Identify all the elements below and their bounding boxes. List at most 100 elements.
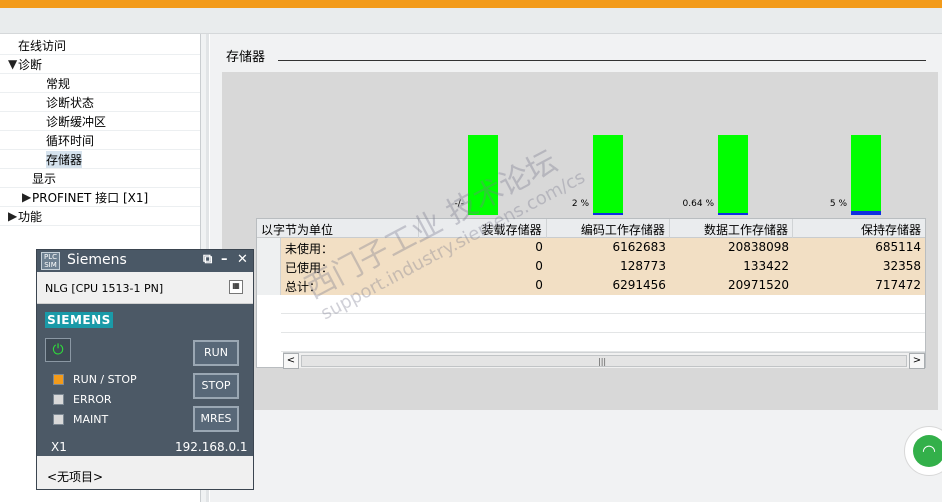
collapsed-icon[interactable]: ▶ xyxy=(22,190,32,204)
nav-item[interactable]: ▶ 功能 xyxy=(0,207,200,226)
col-header-code: 编码工作存储器 xyxy=(547,219,670,238)
nav-item[interactable]: 诊断状态 xyxy=(0,93,200,112)
empty-row xyxy=(281,333,925,352)
memory-usage-fill xyxy=(851,211,881,215)
scroll-grip-icon: ||| xyxy=(598,357,607,366)
memory-usage-bar xyxy=(718,135,748,215)
cell-load: 0 xyxy=(418,238,547,257)
cell-load: 0 xyxy=(418,257,547,276)
main-content: 存储器 以字节为单位 装载存储器 编码工作存储器 数据工作存储器 保持存储器 未… xyxy=(210,34,942,502)
collapsed-icon[interactable]: ▶ xyxy=(8,209,18,223)
close-icon[interactable]: ✕ xyxy=(237,252,248,267)
table-row: 已使用： 0 128773 133422 32358 xyxy=(281,257,925,276)
row-label: 总计： xyxy=(281,276,419,295)
stop-button[interactable]: STOP xyxy=(193,373,239,399)
scroll-right-button[interactable]: > xyxy=(909,353,925,369)
memory-usage-fill xyxy=(593,213,623,215)
col-header-load: 装载存储器 xyxy=(419,219,547,238)
plcsim-device-bar: NLG [CPU 1513-1 PN] ▦ xyxy=(37,272,253,304)
empty-row xyxy=(281,314,925,333)
nav-item-label: 常规 xyxy=(46,76,71,91)
col-header-unit: 以字节为单位 xyxy=(257,219,419,238)
memory-usage-percent: 0.64 % xyxy=(682,199,714,209)
plcsim-logo-icon: PLC SIM xyxy=(41,252,60,270)
cell-data: 20838098 xyxy=(669,238,794,257)
memory-table: 以字节为单位 装载存储器 编码工作存储器 数据工作存储器 保持存储器 未使用： … xyxy=(256,218,926,369)
row-label: 已使用： xyxy=(281,257,419,276)
top-accent-bar xyxy=(0,0,942,8)
error-led xyxy=(53,394,64,405)
nav-item-label: 显示 xyxy=(32,171,57,186)
nav-item-label: 诊断缓冲区 xyxy=(46,114,107,129)
row-header xyxy=(257,238,281,257)
memory-usage-bar xyxy=(593,135,623,215)
siemens-logo: SIEMENS xyxy=(45,312,113,328)
interface-label: X1 xyxy=(51,440,67,454)
run-stop-led xyxy=(53,374,64,385)
run-stop-label: RUN / STOP xyxy=(73,373,137,386)
nav-item-label: 在线访问 xyxy=(18,38,67,53)
cell-code: 128773 xyxy=(546,257,670,276)
plcsim-panel: SIEMENS ⏻ RUN / STOP ERROR MAINT RUN STO… xyxy=(37,304,253,456)
nav-item[interactable]: 显示 xyxy=(0,169,200,188)
device-view-icon[interactable]: ▦ xyxy=(229,280,243,294)
cell-load: 0 xyxy=(418,276,547,295)
nav-item[interactable]: 循环时间 xyxy=(0,131,200,150)
memory-usage-bar xyxy=(468,135,498,215)
error-label: ERROR xyxy=(73,393,112,406)
memory-usage-bar xyxy=(851,135,881,215)
plcsim-title: Siemens xyxy=(67,252,127,268)
nav-item[interactable]: 存储器 xyxy=(0,150,200,169)
nav-item[interactable]: ▶ PROFINET 接口 [X1] xyxy=(0,188,200,207)
nav-item[interactable]: 常规 xyxy=(0,74,200,93)
row-header xyxy=(257,276,281,295)
cell-code: 6162683 xyxy=(546,238,670,257)
table-row: 未使用： 0 6162683 20838098 685114 xyxy=(281,238,925,257)
empty-row xyxy=(281,295,925,314)
scroll-left-button[interactable]: < xyxy=(283,353,299,369)
expanded-icon[interactable]: ▼ xyxy=(8,57,18,71)
memory-usage-percent: 2 % xyxy=(571,199,589,209)
nav-item[interactable]: ▼ 诊断 xyxy=(0,55,200,74)
row-label: 未使用： xyxy=(281,238,419,257)
minimize-icon[interactable]: – xyxy=(221,252,228,267)
row-header xyxy=(257,257,281,276)
cell-retain: 685114 xyxy=(793,238,925,257)
maint-led xyxy=(53,414,64,425)
nav-item-label: PROFINET 接口 [X1] xyxy=(32,190,149,205)
plcsim-window[interactable]: PLC SIM Siemens ⧉ – ✕ NLG [CPU 1513-1 PN… xyxy=(36,249,254,490)
ip-address: 192.168.0.1 xyxy=(175,440,248,454)
memory-panel: 以字节为单位 装载存储器 编码工作存储器 数据工作存储器 保持存储器 未使用： … xyxy=(222,72,938,410)
wifi-icon: ◠ xyxy=(913,435,942,467)
memory-usage-percent: 5 % xyxy=(829,199,847,209)
nav-item[interactable]: 在线访问 xyxy=(0,36,200,55)
nav-item-label: 存储器 xyxy=(46,150,83,168)
cell-retain: 32358 xyxy=(793,257,925,276)
plcsim-titlebar[interactable]: PLC SIM Siemens ⧉ – ✕ xyxy=(37,250,253,272)
scroll-thumb[interactable]: ||| xyxy=(301,355,907,367)
mres-button[interactable]: MRES xyxy=(193,406,239,432)
nav-item[interactable]: 诊断缓冲区 xyxy=(0,112,200,131)
restore-icon[interactable]: ⧉ xyxy=(203,252,212,267)
col-header-data: 数据工作存储器 xyxy=(670,219,793,238)
maint-label: MAINT xyxy=(73,413,109,426)
run-button[interactable]: RUN xyxy=(193,340,239,366)
cell-data: 133422 xyxy=(669,257,794,276)
nav-item-label: 功能 xyxy=(18,209,43,224)
nav-item-label: 诊断状态 xyxy=(46,95,95,110)
section-title: 存储器 xyxy=(226,50,266,65)
cell-data: 20971520 xyxy=(669,276,794,295)
power-button[interactable]: ⏻ xyxy=(45,338,71,362)
cell-retain: 717472 xyxy=(793,276,925,295)
project-status: <无项目> xyxy=(47,470,104,484)
memory-usage-fill xyxy=(718,213,748,215)
memory-usage-percent: -/- xyxy=(454,199,464,209)
table-row: 总计： 0 6291456 20971520 717472 xyxy=(281,276,925,295)
device-name: NLG [CPU 1513-1 PN] xyxy=(45,282,164,295)
top-toolbar-strip xyxy=(0,8,942,34)
nav-item-label: 诊断 xyxy=(18,57,43,72)
cell-code: 6291456 xyxy=(546,276,670,295)
horizontal-scrollbar[interactable]: < ||| > xyxy=(283,352,925,369)
table-header: 以字节为单位 装载存储器 编码工作存储器 数据工作存储器 保持存储器 xyxy=(257,219,925,238)
plcsim-footer: <无项目> xyxy=(37,456,253,489)
